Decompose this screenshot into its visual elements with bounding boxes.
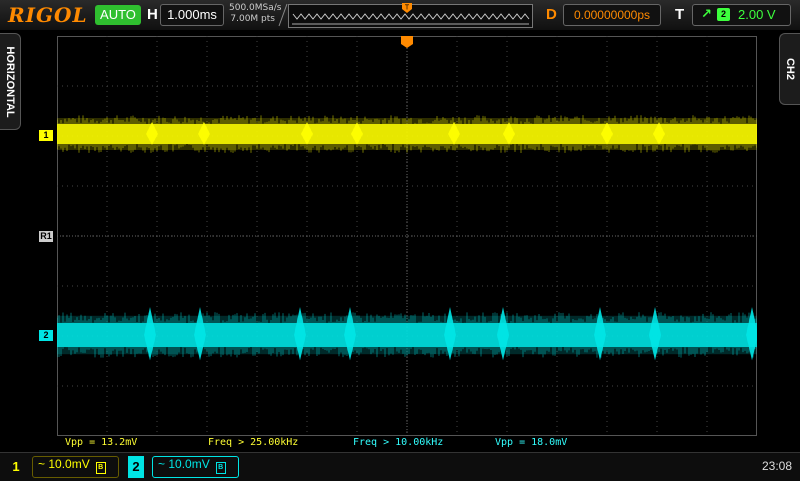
run-status-button[interactable]: AUTO [95, 5, 141, 25]
ch2-menu-tab[interactable]: CH2 [779, 33, 800, 105]
trigger-label: T [675, 6, 685, 23]
ch1-scale-value: ~ 10.0mV [38, 457, 90, 471]
ch1-freq-measurement: Freq > 25.00kHz [208, 437, 299, 448]
trigger-position-marker [401, 36, 413, 48]
ch2-scale-value: ~ 10.0mV [158, 457, 210, 471]
ch2-freq-measurement: Freq > 10.00kHz [353, 437, 444, 448]
svg-text:T: T [405, 5, 410, 12]
delay-label: D [546, 6, 557, 23]
waveform-display[interactable] [57, 36, 757, 436]
ch2-vpp-measurement: Vpp = 18.0mV [495, 437, 568, 448]
ch1-vpp-measurement: Vpp = 13.2mV [65, 437, 138, 448]
horizontal-tab-label: HORIZONTAL [4, 45, 16, 118]
graticule [57, 36, 757, 436]
acquisition-info: 500.0MSa/s 7.00M pts [229, 3, 282, 25]
ch1-offset-marker[interactable]: 1 [39, 130, 53, 141]
measurement-bar: Vpp = 13.2mV Freq > 25.00kHz Freq > 10.0… [57, 436, 757, 450]
ch2-number: 2 [128, 456, 144, 478]
trigger-position-icon: T [402, 3, 412, 13]
bottom-channel-bar: 1 ~ 10.0mV B 2 ~ 10.0mV B 23:08 [0, 452, 800, 481]
horizontal-label: H [147, 6, 158, 23]
bandwidth-limit-icon: B [95, 462, 106, 474]
timebase-value[interactable]: 1.000ms [160, 4, 224, 26]
brand-logo: RIGOL [8, 3, 88, 27]
ch2-tab-label: CH2 [784, 57, 796, 81]
delay-value[interactable]: 0.00000000ps [563, 4, 661, 26]
bandwidth-limit-icon: B [215, 462, 226, 474]
ch1-scale: ~ 10.0mV B [32, 456, 119, 478]
trigger-source: 2 [717, 8, 730, 21]
top-status-bar: RIGOL AUTO H 1.000ms 500.0MSa/s 7.00M pt… [0, 0, 800, 30]
ch1-number: 1 [12, 459, 20, 474]
ch2-offset-marker[interactable]: 2 [39, 330, 53, 341]
ref-marker[interactable]: R1 [39, 231, 53, 242]
rising-edge-icon: ↗ [701, 7, 712, 22]
memory-depth: 7.00M pts [230, 14, 275, 24]
trigger-level: 2.00 V [738, 7, 776, 22]
ch2-scale: ~ 10.0mV B [152, 456, 239, 478]
trigger-settings[interactable]: ↗ 2 2.00 V [692, 4, 791, 26]
memory-overview[interactable]: T [288, 3, 533, 28]
horizontal-menu-tab[interactable]: HORIZONTAL [0, 33, 21, 130]
sample-rate: 500.0MSa/s [229, 3, 282, 13]
clock: 23:08 [761, 459, 792, 473]
